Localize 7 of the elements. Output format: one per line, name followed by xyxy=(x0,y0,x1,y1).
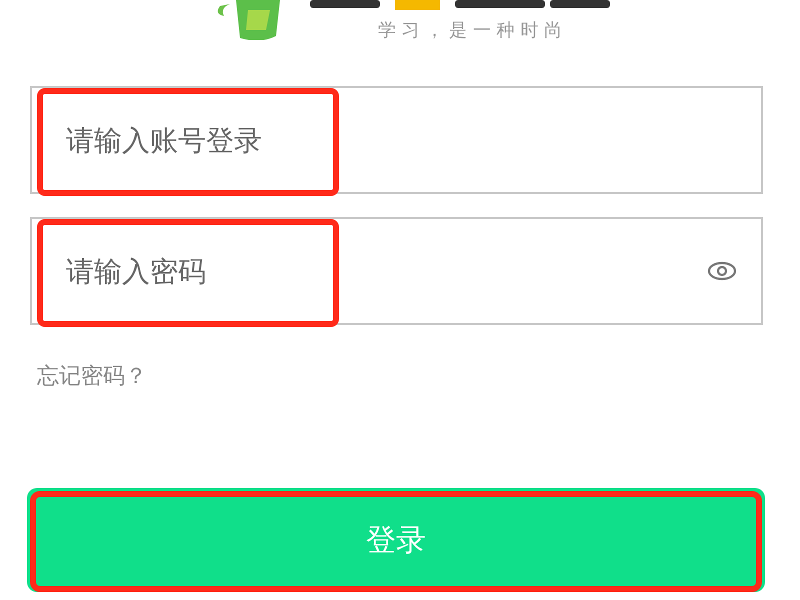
account-field[interactable]: 请输入账号登录 xyxy=(32,124,761,156)
logo-slogan: 学 习 ， 是 一 种 时 尚 xyxy=(378,19,562,42)
forgot-password-link[interactable]: 忘记密码？ xyxy=(37,361,147,391)
input-box[interactable]: 请输入密码 xyxy=(30,217,763,325)
input-box[interactable]: 请输入账号登录 xyxy=(30,86,763,194)
eye-icon[interactable] xyxy=(707,261,737,281)
password-field[interactable]: 请输入密码 xyxy=(32,254,707,288)
